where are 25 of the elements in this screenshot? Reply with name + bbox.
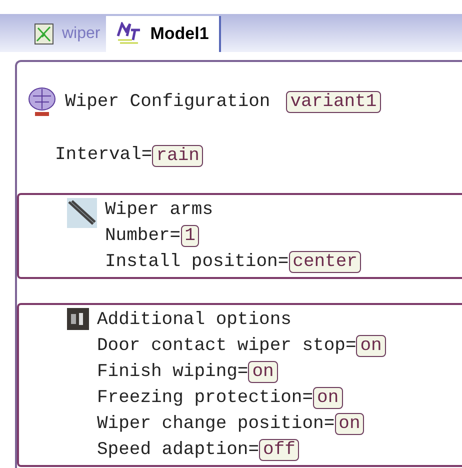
value-chip[interactable]: rain (152, 144, 204, 166)
group-title: Wiper arms (105, 199, 214, 222)
model-icon (116, 22, 142, 46)
property-label: Speed adaption= (97, 439, 260, 462)
property-label: Finish wiping= (97, 361, 248, 384)
tab[interactable]: Model1 (106, 16, 221, 52)
property-label: Wiper change position= (97, 413, 335, 436)
value-chip[interactable]: on (334, 413, 364, 435)
property-label: Freezing protection= (97, 387, 314, 410)
value-chip[interactable]: variant1 (286, 90, 381, 112)
value-chip[interactable]: on (248, 361, 278, 383)
property-label: Number= (105, 225, 181, 248)
property-label: Install position= (105, 251, 289, 274)
switch-icon (67, 308, 89, 330)
diagram-icon (34, 23, 54, 45)
value-chip[interactable]: off (259, 439, 300, 461)
value-chip[interactable]: center (288, 251, 362, 273)
value-chip[interactable]: on (356, 335, 386, 357)
wiper-arm-icon (67, 198, 97, 228)
configuration-title: Wiper Configuration (65, 90, 270, 114)
property-label: Interval= (55, 144, 152, 167)
property-label: Door contact wiper stop= (97, 335, 356, 358)
value-chip[interactable]: on (313, 387, 343, 409)
value-chip[interactable]: 1 (180, 225, 200, 247)
group-title: Additional options (97, 309, 292, 332)
